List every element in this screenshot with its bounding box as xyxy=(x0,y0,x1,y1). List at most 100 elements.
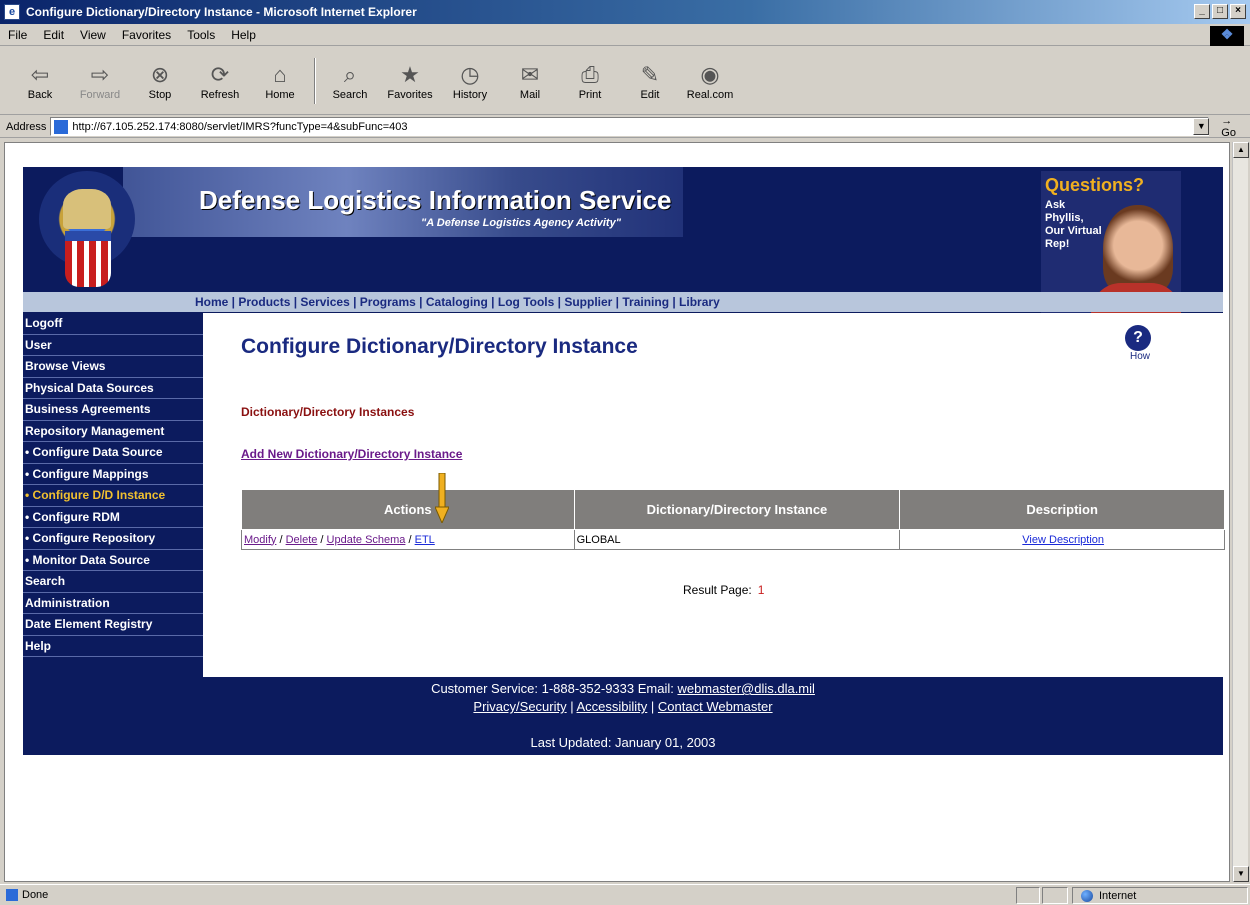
back-arrow-icon: ⇦ xyxy=(30,61,50,87)
delete-link[interactable]: Delete xyxy=(286,534,318,546)
view-description-link[interactable]: View Description xyxy=(1022,534,1104,546)
realcom-button[interactable]: ◉ Real.com xyxy=(680,61,740,101)
close-button[interactable]: × xyxy=(1230,4,1246,19)
menu-favorites[interactable]: Favorites xyxy=(122,28,171,42)
page-title: Configure Dictionary/Directory Instance xyxy=(241,335,638,358)
refresh-label: Refresh xyxy=(200,88,240,101)
result-page-number[interactable]: 1 xyxy=(758,583,765,597)
actions-cell: Modify / Delete / Update Schema / ETL xyxy=(241,529,575,550)
table-header-row: Actions Dictionary/Directory Instance De… xyxy=(241,489,1225,530)
webmaster-email-link[interactable]: webmaster@dlis.dla.mil xyxy=(677,681,814,696)
vertical-scrollbar[interactable]: ▲ ▼ xyxy=(1232,142,1249,882)
footer-links: Privacy/Security | Accessibility | Conta… xyxy=(473,699,773,714)
mail-icon: ✉ xyxy=(520,61,540,87)
sidebar-item-configure-data-source[interactable]: • Configure Data Source xyxy=(23,442,203,464)
sidebar-item-browse-views[interactable]: Browse Views xyxy=(23,356,203,378)
sidebar-item-administration[interactable]: Administration xyxy=(23,593,203,614)
menu-help[interactable]: Help xyxy=(231,28,256,42)
contact-webmaster-link[interactable]: Contact Webmaster xyxy=(658,699,773,714)
window-controls: _ □ × xyxy=(1194,4,1246,19)
menu-edit[interactable]: Edit xyxy=(43,28,64,42)
menu-bar: File Edit View Favorites Tools Help xyxy=(0,24,1250,46)
help-label[interactable]: How xyxy=(1125,351,1155,362)
questions-title: Questions? xyxy=(1045,175,1145,195)
maximize-button[interactable]: □ xyxy=(1212,4,1228,19)
stop-icon: ⊗ xyxy=(150,61,170,87)
etl-link[interactable]: ETL xyxy=(415,534,435,546)
virtual-rep-avatar xyxy=(1103,205,1173,295)
status-bar: Done Internet xyxy=(0,884,1250,905)
refresh-button[interactable]: ⟳ Refresh xyxy=(190,61,250,101)
menu-view[interactable]: View xyxy=(80,28,106,42)
mail-button[interactable]: ✉ Mail xyxy=(500,61,560,101)
security-zone: Internet xyxy=(1072,887,1248,904)
add-instance-link[interactable]: Add New Dictionary/Directory Instance xyxy=(241,447,462,461)
sidebar-item-help[interactable]: Help xyxy=(23,636,203,657)
menu-file[interactable]: File xyxy=(8,28,27,42)
stop-button[interactable]: ⊗ Stop xyxy=(130,61,190,101)
address-input[interactable]: http://67.105.252.174:8080/servlet/IMRS?… xyxy=(50,117,1210,136)
back-button[interactable]: ⇦ Back xyxy=(10,61,70,101)
status-text: Done xyxy=(22,889,49,901)
description-cell: View Description xyxy=(899,529,1225,550)
update-schema-link[interactable]: Update Schema xyxy=(327,534,406,546)
main-content: Configure Dictionary/Directory Instance … xyxy=(203,313,1225,677)
dla-seal-icon xyxy=(39,171,139,291)
sidebar-item-configure-repository[interactable]: • Configure Repository xyxy=(23,528,203,550)
sidebar-item-configure-rdm[interactable]: • Configure RDM xyxy=(23,507,203,528)
edit-icon: ✎ xyxy=(640,61,660,87)
print-label: Print xyxy=(578,88,602,101)
top-nav-links[interactable]: Home | Products | Services | Programs | … xyxy=(195,295,720,309)
instance-cell: GLOBAL xyxy=(573,529,901,550)
history-label: History xyxy=(452,88,488,101)
favorites-icon: ★ xyxy=(400,61,420,87)
sidebar-item-configure-mappings[interactable]: • Configure Mappings xyxy=(23,464,203,485)
history-icon: ◷ xyxy=(460,61,480,87)
page-icon xyxy=(54,119,69,134)
edit-button[interactable]: ✎ Edit xyxy=(620,61,680,101)
status-page-icon xyxy=(6,889,18,901)
globe-icon xyxy=(1081,889,1093,902)
address-url: http://67.105.252.174:8080/servlet/IMRS?… xyxy=(72,120,408,133)
modify-link[interactable]: Modify xyxy=(244,534,276,546)
sidebar-item-configure-dd-instance[interactable]: • Configure D/D Instance xyxy=(23,485,203,507)
home-button[interactable]: ⌂ Home xyxy=(250,61,310,101)
sidebar-item-physical-data-sources[interactable]: Physical Data Sources xyxy=(23,378,203,399)
forward-arrow-icon: ⇨ xyxy=(90,61,110,87)
page-viewport: Defense Logistics Information Service "A… xyxy=(4,142,1230,882)
last-updated: Last Updated: January 01, 2003 xyxy=(530,735,716,750)
sidebar-item-logoff[interactable]: Logoff xyxy=(23,313,203,335)
minimize-button[interactable]: _ xyxy=(1194,4,1210,19)
window-title: Configure Dictionary/Directory Instance … xyxy=(26,5,417,19)
forward-button[interactable]: ⇨ Forward xyxy=(70,61,130,101)
sidebar-item-date-element-registry[interactable]: Date Element Registry xyxy=(23,614,203,636)
sidebar-item-user[interactable]: User xyxy=(23,335,203,356)
privacy-link[interactable]: Privacy/Security xyxy=(473,699,566,714)
help-icon[interactable]: ? xyxy=(1125,325,1151,351)
favorites-button[interactable]: ★ Favorites xyxy=(380,61,440,101)
scroll-down-icon[interactable]: ▼ xyxy=(1233,866,1249,882)
history-button[interactable]: ◷ History xyxy=(440,61,500,101)
sidebar-item-repository-management[interactable]: Repository Management xyxy=(23,421,203,442)
section-heading: Dictionary/Directory Instances xyxy=(241,405,415,419)
go-button[interactable]: → Go xyxy=(1221,115,1250,139)
address-dropdown-icon[interactable]: ▼ xyxy=(1193,118,1210,135)
banner-subtitle: "A Defense Logistics Agency Activity" xyxy=(421,217,621,229)
sidebar-item-search[interactable]: Search xyxy=(23,571,203,593)
sidebar-item-monitor-data-source[interactable]: • Monitor Data Source xyxy=(23,550,203,571)
site-footer: Customer Service: 1-888-352-9333 Email: … xyxy=(23,677,1223,755)
home-icon: ⌂ xyxy=(273,61,287,87)
menu-tools[interactable]: Tools xyxy=(187,28,215,42)
banner-title: Defense Logistics Information Service xyxy=(199,185,672,215)
search-label: Search xyxy=(332,88,368,101)
side-navigation: Logoff User Browse Views Physical Data S… xyxy=(23,313,203,677)
accessibility-link[interactable]: Accessibility xyxy=(577,699,648,714)
footer-contact: Customer Service: 1-888-352-9333 Email: … xyxy=(23,681,1223,696)
scroll-up-icon[interactable]: ▲ xyxy=(1233,142,1249,158)
print-button[interactable]: ⎙ Print xyxy=(560,61,620,101)
home-label: Home xyxy=(265,88,295,101)
search-icon: ⌕ xyxy=(343,61,357,87)
sidebar-item-business-agreements[interactable]: Business Agreements xyxy=(23,399,203,421)
search-button[interactable]: ⌕ Search xyxy=(320,61,380,101)
instances-table: Actions Dictionary/Directory Instance De… xyxy=(241,489,1225,550)
